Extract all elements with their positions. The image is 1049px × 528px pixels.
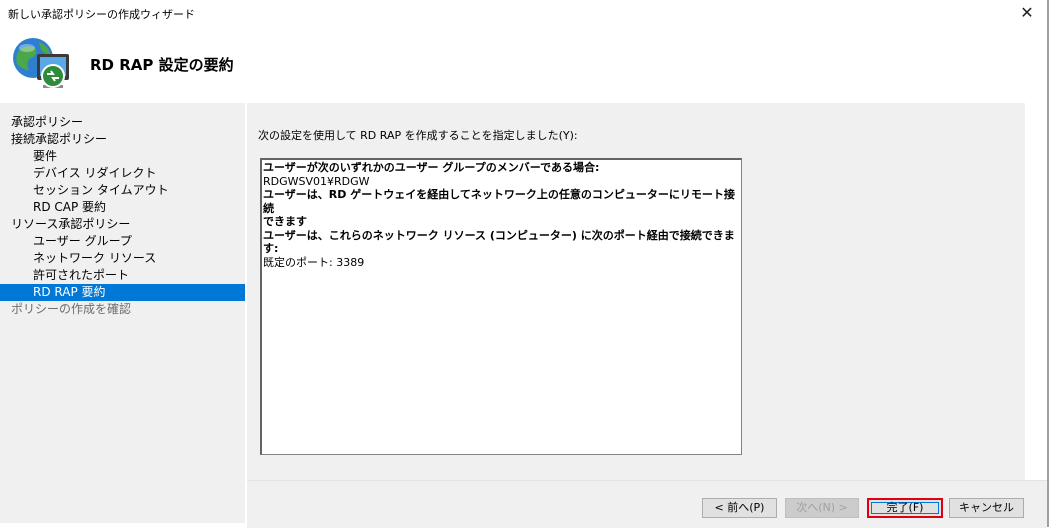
nav-item-session-timeout[interactable]: セッション タイムアウト — [0, 182, 245, 199]
summary-line: できます — [263, 215, 307, 228]
summary-textbox[interactable]: ユーザーが次のいずれかのユーザー グループのメンバーである場合: RDGWSV0… — [260, 158, 742, 455]
nav-item-confirm-policy: ポリシーの作成を確認 — [11, 302, 132, 316]
nav-item-resource-policy[interactable]: リソース承認ポリシー — [0, 216, 245, 233]
cancel-button[interactable]: キャンセル — [949, 498, 1024, 518]
nav-item-allowed-ports[interactable]: 許可されたポート — [0, 267, 245, 284]
wizard-window: 新しい承認ポリシーの作成ウィザード ✕ RD RAP 設定の要約 承認ポリシー … — [0, 0, 1049, 528]
nav-item-device-redirection[interactable]: デバイス リダイレクト — [0, 165, 245, 182]
nav-item-user-groups[interactable]: ユーザー グループ — [0, 233, 245, 250]
nav-item-network-resources[interactable]: ネットワーク リソース — [0, 250, 245, 267]
nav-item-requirements[interactable]: 要件 — [0, 148, 245, 165]
summary-line: RDGWSV01¥RDGW — [263, 174, 370, 188]
summary-line: ユーザーは、これらのネットワーク リソース (コンピューター) に次のポート経由… — [263, 228, 735, 242]
back-button[interactable]: < 前へ(P) — [702, 498, 777, 518]
summary-intro-label: 次の設定を使用して RD RAP を作成することを指定しました(Y): — [258, 129, 578, 142]
back-button-label: < 前へ(P) — [714, 501, 765, 514]
finish-button[interactable]: 完了(F) — [867, 498, 943, 518]
wizard-header: RD RAP 設定の要約 — [0, 26, 1047, 102]
nav-item-rd-cap-summary[interactable]: RD CAP 要約 — [0, 199, 245, 216]
nav-item-authorization-policies[interactable]: 承認ポリシー — [0, 114, 245, 131]
window-title: 新しい承認ポリシーの作成ウィザード — [8, 8, 195, 21]
network-policy-icon — [9, 36, 75, 96]
page-title: RD RAP 設定の要約 — [90, 56, 234, 74]
wizard-step-list: 承認ポリシー 接続承認ポリシー 要件 デバイス リダイレクト セッション タイム… — [0, 103, 245, 523]
next-button: 次へ(N) > — [785, 498, 859, 518]
cancel-button-label: キャンセル — [959, 501, 1014, 514]
next-button-label: 次へ(N) > — [796, 501, 848, 514]
finish-button-label: 完了(F) — [886, 501, 924, 514]
close-icon: ✕ — [1020, 3, 1034, 22]
nav-item-rd-rap-summary[interactable]: RD RAP 要約 — [0, 284, 245, 301]
button-bar: < 前へ(P) 次へ(N) > 完了(F) キャンセル — [247, 480, 1047, 528]
summary-line: 既定のポート: 3389 — [263, 255, 365, 269]
content-panel: 次の設定を使用して RD RAP を作成することを指定しました(Y): ユーザー… — [247, 103, 1025, 480]
nav-item-connection-policy[interactable]: 接続承認ポリシー — [0, 131, 245, 148]
title-bar: 新しい承認ポリシーの作成ウィザード ✕ — [0, 0, 1047, 26]
summary-line: ユーザーは、RD ゲートウェイを経由してネットワーク上の任意のコンピューターにリ… — [263, 188, 735, 215]
close-button[interactable]: ✕ — [1015, 2, 1039, 24]
summary-line: ユーザーが次のいずれかのユーザー グループのメンバーである場合: — [263, 161, 600, 174]
summary-line: す: — [263, 242, 279, 255]
